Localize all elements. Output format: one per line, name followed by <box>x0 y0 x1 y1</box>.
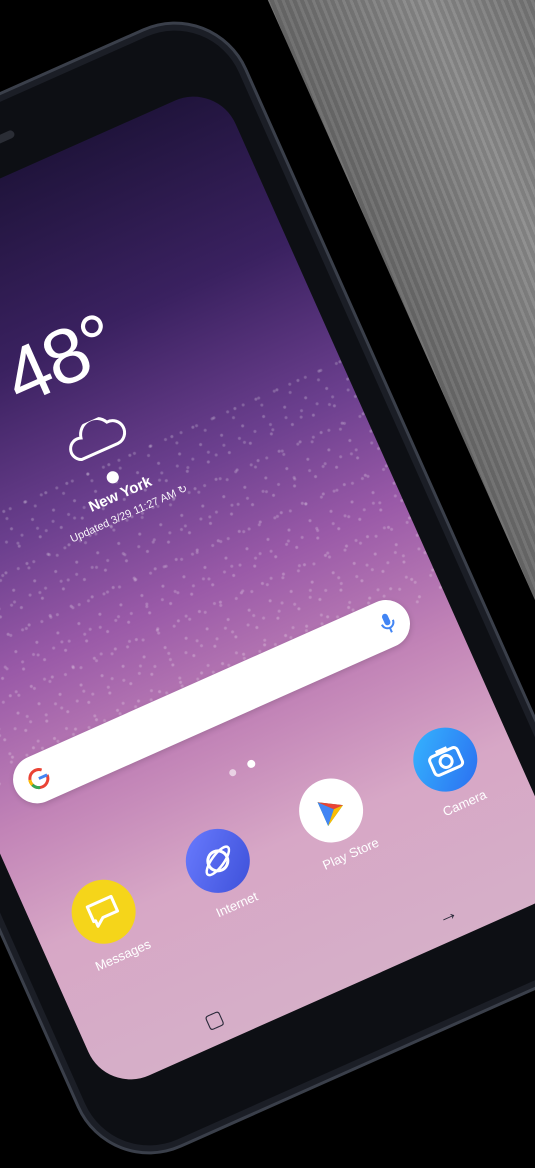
app-internet[interactable]: Internet <box>165 814 296 968</box>
back-arrow-icon[interactable]: → <box>421 889 474 942</box>
home-dot-icon[interactable] <box>245 758 257 770</box>
app-messages[interactable]: Messages <box>51 865 182 1019</box>
recents-icon[interactable]: ▢ <box>187 993 240 1046</box>
google-g-icon <box>28 768 50 790</box>
page-dot[interactable] <box>228 767 238 778</box>
mic-icon[interactable] <box>376 609 400 637</box>
app-play-store[interactable]: Play Store <box>279 764 410 918</box>
cloud-icon <box>69 417 127 462</box>
earpiece-speaker <box>0 129 16 178</box>
app-camera[interactable]: Camera <box>393 713 524 867</box>
